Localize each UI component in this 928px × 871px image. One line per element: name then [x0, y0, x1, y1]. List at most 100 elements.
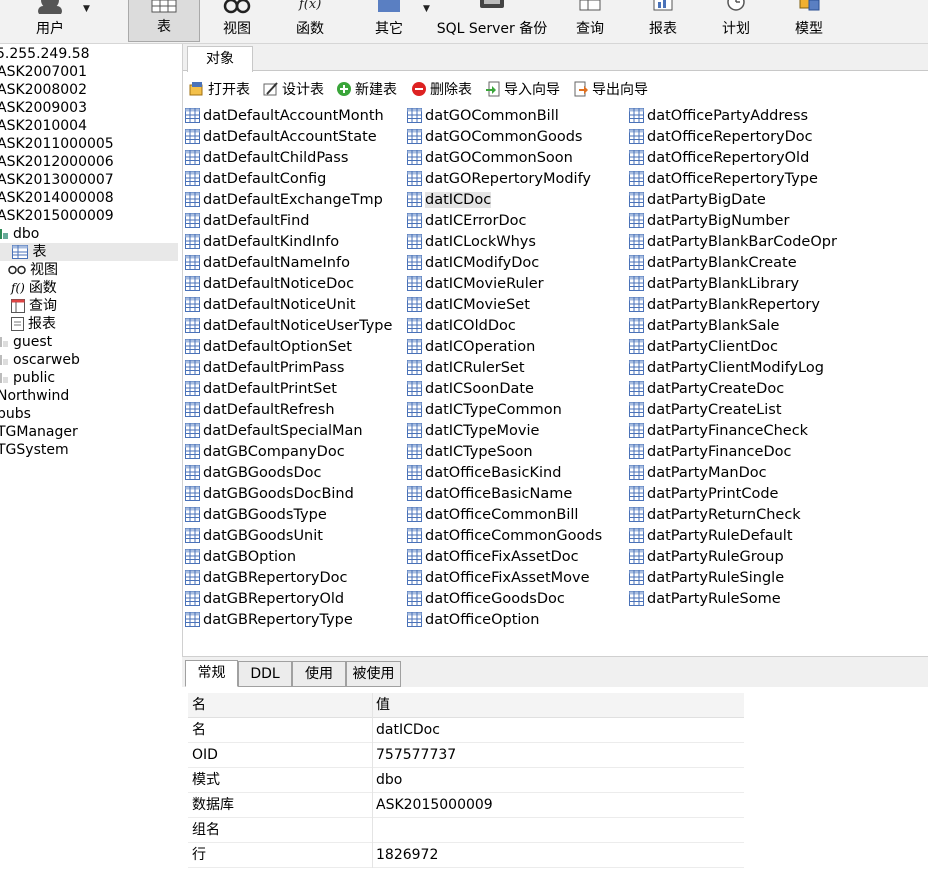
tree-item-database[interactable]: ASK2014000008: [0, 189, 114, 207]
table-list-item[interactable]: datICOldDoc: [406, 316, 602, 337]
table-list-item[interactable]: datGBGoodsDocBind: [184, 484, 392, 505]
export-wizard-button[interactable]: 导出向导: [573, 80, 648, 100]
table-list-item[interactable]: datDefaultRefresh: [184, 400, 392, 421]
toolbar-table-button[interactable]: 表: [128, 0, 200, 42]
table-list-item[interactable]: datICOperation: [406, 337, 602, 358]
table-list-item[interactable]: datICDoc: [406, 190, 602, 211]
table-list-item[interactable]: datICLockWhys: [406, 232, 602, 253]
import-wizard-button[interactable]: 导入向导: [485, 80, 560, 100]
table-list-item[interactable]: datOfficeFixAssetMove: [406, 568, 602, 589]
table-list-item[interactable]: datPartyFinanceCheck: [628, 421, 837, 442]
table-list-item[interactable]: datPartyRuleDefault: [628, 526, 837, 547]
table-list-item[interactable]: datICSoonDate: [406, 379, 602, 400]
tree-item-database[interactable]: ASK2007001: [0, 63, 87, 81]
table-list-item[interactable]: datPartyBlankBarCodeOpr: [628, 232, 837, 253]
property-row[interactable]: 模式 dbo: [188, 768, 744, 793]
table-list-item[interactable]: datICTypeMovie: [406, 421, 602, 442]
table-list-item[interactable]: datPartyBigNumber: [628, 211, 837, 232]
property-row[interactable]: 行 1826972: [188, 843, 744, 868]
tree-item-schema[interactable]: oscarweb: [0, 351, 80, 369]
table-list-item[interactable]: datPartyBlankRepertory: [628, 295, 837, 316]
toolbar-function-button[interactable]: f(x) 函数: [276, 0, 344, 43]
table-list-item[interactable]: datPartyRuleSome: [628, 589, 837, 610]
tree-item-database[interactable]: ASK2012000006: [0, 153, 114, 171]
tree-item-database[interactable]: ASK2009003: [0, 99, 87, 117]
table-list-item[interactable]: datDefaultConfig: [184, 169, 392, 190]
table-list-item[interactable]: datPartyBlankSale: [628, 316, 837, 337]
table-list-item[interactable]: datPartyBlankCreate: [628, 253, 837, 274]
table-list-item[interactable]: datOfficeGoodsDoc: [406, 589, 602, 610]
table-list-item[interactable]: datICModifyDoc: [406, 253, 602, 274]
table-list-item[interactable]: datDefaultSpecialMan: [184, 421, 392, 442]
table-list-item[interactable]: datGBOption: [184, 547, 392, 568]
table-list-item[interactable]: datPartyPrintCode: [628, 484, 837, 505]
table-list-item[interactable]: datDefaultChildPass: [184, 148, 392, 169]
table-list-item[interactable]: datPartyClientDoc: [628, 337, 837, 358]
tab-objects[interactable]: 对象: [187, 46, 253, 72]
tree-item-reports[interactable]: 报表: [11, 315, 56, 333]
table-list-item[interactable]: datGBRepertoryDoc: [184, 568, 392, 589]
toolbar-user-button[interactable]: 用户: [18, 0, 82, 43]
table-list-item[interactable]: datOfficeFixAssetDoc: [406, 547, 602, 568]
table-list-item[interactable]: datICTypeCommon: [406, 400, 602, 421]
table-list-item[interactable]: datDefaultAccountMonth: [184, 106, 392, 127]
tree-item-tables[interactable]: 表: [0, 243, 178, 261]
user-dropdown-arrow-icon[interactable]: ▼: [83, 4, 90, 14]
table-list-item[interactable]: datPartyCreateDoc: [628, 379, 837, 400]
table-list-item[interactable]: datDefaultFind: [184, 211, 392, 232]
table-list-item[interactable]: datPartyRuleSingle: [628, 568, 837, 589]
table-list-item[interactable]: datGBRepertoryType: [184, 610, 392, 631]
table-list-item[interactable]: datOfficeBasicName: [406, 484, 602, 505]
table-list-item[interactable]: datDefaultAccountState: [184, 127, 392, 148]
table-list-item[interactable]: datOfficeRepertoryOld: [628, 148, 837, 169]
table-list-item[interactable]: datICMovieSet: [406, 295, 602, 316]
tab-uses[interactable]: 使用: [292, 661, 346, 687]
tab-used-by[interactable]: 被使用: [346, 661, 401, 687]
tree-item-schema[interactable]: public: [0, 369, 55, 387]
table-list-item[interactable]: datGBGoodsType: [184, 505, 392, 526]
table-list-item[interactable]: datOfficeRepertoryType: [628, 169, 837, 190]
table-list-item[interactable]: datICRulerSet: [406, 358, 602, 379]
property-row[interactable]: 数据库 ASK2015000009: [188, 793, 744, 818]
toolbar-query-button[interactable]: 查询: [560, 0, 620, 43]
tree-item-database[interactable]: ASK2008002: [0, 81, 87, 99]
toolbar-other-button[interactable]: 其它: [356, 0, 422, 43]
table-list-item[interactable]: datGOCommonGoods: [406, 127, 602, 148]
table-list-item[interactable]: datDefaultNoticeUserType: [184, 316, 392, 337]
toolbar-report-button[interactable]: 报表: [632, 0, 694, 43]
table-list-item[interactable]: datDefaultNoticeDoc: [184, 274, 392, 295]
tree-item-schema-dbo[interactable]: dbo: [0, 225, 39, 243]
property-row[interactable]: 名 datICDoc: [188, 718, 744, 743]
table-list-item[interactable]: datDefaultOptionSet: [184, 337, 392, 358]
tab-general[interactable]: 常规: [185, 660, 238, 687]
tree-item-database[interactable]: ASK2013000007: [0, 171, 114, 189]
table-list-item[interactable]: datICErrorDoc: [406, 211, 602, 232]
toolbar-model-button[interactable]: 模型: [778, 0, 840, 43]
table-list-item[interactable]: datGBGoodsUnit: [184, 526, 392, 547]
table-list-item[interactable]: datOfficeBasicKind: [406, 463, 602, 484]
tree-item-server[interactable]: 5.255.249.58: [0, 45, 90, 63]
table-list-item[interactable]: datGORepertoryModify: [406, 169, 602, 190]
table-list-item[interactable]: datOfficeRepertoryDoc: [628, 127, 837, 148]
tab-ddl[interactable]: DDL: [238, 661, 292, 687]
tree-item-functions[interactable]: f() 函数: [11, 279, 57, 297]
table-list-item[interactable]: datICTypeSoon: [406, 442, 602, 463]
tree-item-views[interactable]: 视图: [8, 261, 58, 279]
table-list-item[interactable]: datICMovieRuler: [406, 274, 602, 295]
table-list-item[interactable]: datGBGoodsDoc: [184, 463, 392, 484]
table-list-item[interactable]: datDefaultKindInfo: [184, 232, 392, 253]
table-list-item[interactable]: datPartyReturnCheck: [628, 505, 837, 526]
table-list-item[interactable]: datPartyCreateList: [628, 400, 837, 421]
toolbar-view-button[interactable]: 视图: [204, 0, 270, 43]
table-list-item[interactable]: datGBCompanyDoc: [184, 442, 392, 463]
table-list-item[interactable]: datGOCommonSoon: [406, 148, 602, 169]
tree-item-database[interactable]: TGManager: [0, 423, 78, 441]
table-list-item[interactable]: datPartyRuleGroup: [628, 547, 837, 568]
table-list-item[interactable]: datPartyFinanceDoc: [628, 442, 837, 463]
toolbar-backup-button[interactable]: SQL Server 备份: [432, 0, 552, 43]
new-table-button[interactable]: 新建表: [336, 80, 397, 100]
table-list-item[interactable]: datDefaultPrintSet: [184, 379, 392, 400]
table-list-item[interactable]: datPartyBlankLibrary: [628, 274, 837, 295]
table-list-item[interactable]: datDefaultNameInfo: [184, 253, 392, 274]
open-table-button[interactable]: 打开表: [189, 80, 250, 100]
